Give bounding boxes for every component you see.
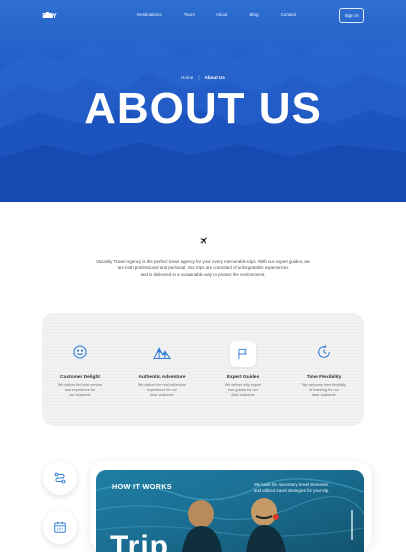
how-it-works-title: HOW IT WORKS (112, 482, 172, 491)
feature-time-flexibility: Time Flexibility We welcome time flexibi… (294, 341, 354, 399)
breadcrumb-current: About Us (204, 75, 225, 80)
calendar-button[interactable] (43, 510, 77, 544)
feature-description: We deliver the real adventure experience… (132, 383, 192, 399)
nav-blog[interactable]: Blog (250, 12, 259, 17)
feature-customer-delight: Customer Delight We deliver the best ser… (50, 341, 110, 399)
breadcrumb-home[interactable]: Home (181, 75, 193, 80)
route-button[interactable] (43, 461, 77, 495)
cloud-logo-icon (43, 11, 54, 18)
feature-title: Customer Delight (60, 375, 100, 380)
feature-description: We welcome time flexibility of traveling… (294, 383, 354, 399)
main-menu: Destinations Tours About Blog Contact (137, 12, 296, 17)
breadcrumb: Home | About Us (0, 75, 406, 80)
feature-desc-line: our customer (69, 393, 91, 398)
sign-in-button[interactable]: Sign in (339, 8, 364, 23)
feature-description: We deliver the best service and experien… (50, 383, 110, 399)
feature-title: Authentic Adventure (138, 375, 186, 380)
nav-tours[interactable]: Tours (184, 12, 195, 17)
airplane-icon (200, 237, 207, 244)
feature-expert-guides: Expert Guides We deliver only expert tou… (213, 341, 273, 399)
feature-title: Expert Guides (226, 375, 260, 380)
nav-destinations[interactable]: Destinations (137, 12, 162, 17)
brand-logo[interactable]: SKY (42, 10, 57, 22)
route-icon (54, 472, 66, 484)
smile-icon (69, 341, 91, 363)
intro-paragraph: Vacasky Travel Agency is the perfect tra… (80, 259, 326, 278)
feature-desc-line: dear customer (231, 393, 255, 398)
hero-banner: SKY Destinations Tours About Blog Contac… (0, 0, 406, 202)
how-it-works-photo: HOW IT WORKS We book the necessary trave… (96, 470, 364, 552)
how-text-line: and utilized travel strategies for your … (254, 488, 330, 494)
feature-title: Time Flexibility (306, 375, 342, 380)
page-title: ABOUT US (84, 84, 322, 133)
how-it-works-text: We book the necessary travel itineraries… (254, 482, 354, 495)
feature-desc-line: dear customer (312, 393, 336, 398)
nav-contact[interactable]: Contact (281, 12, 297, 17)
feature-desc-line: dear customer (150, 393, 174, 398)
feature-authentic-adventure: Authentic Adventure We deliver the real … (132, 341, 192, 399)
clock-icon (313, 341, 335, 363)
trip-heading: Trip (110, 530, 170, 552)
flag-icon (230, 341, 256, 367)
calendar-icon (54, 521, 66, 533)
top-navbar: SKY Destinations Tours About Blog Contac… (0, 0, 406, 30)
feature-description: We deliver only expert tour guides for o… (213, 383, 273, 399)
nav-about[interactable]: About (216, 12, 228, 17)
mountains-icon (151, 341, 173, 363)
intro-line-3: and is delivered in a sustainable way to… (140, 271, 266, 277)
breadcrumb-separator: | (198, 75, 200, 80)
features-panel: Customer Delight We deliver the best ser… (42, 313, 364, 426)
